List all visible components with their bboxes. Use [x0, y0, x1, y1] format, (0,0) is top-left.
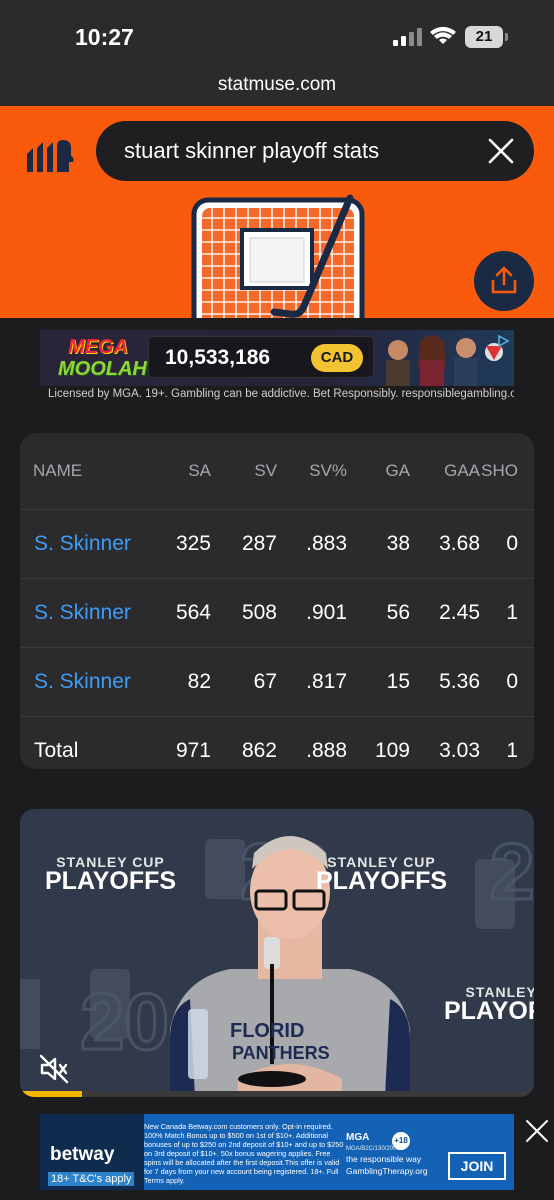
- table-cell: 0: [480, 508, 534, 578]
- video-progress-bar[interactable]: [20, 1091, 534, 1097]
- betway-ad[interactable]: betway 18+ T&C's apply New Canada Betway…: [40, 1114, 514, 1190]
- player-link[interactable]: S. Skinner: [34, 532, 131, 555]
- wifi-icon: [430, 26, 456, 44]
- mega-moolah-logo: MEGA MOOLAH: [58, 336, 147, 380]
- press-conference-image: 23 2 20 FLORID PANTHERS: [20, 809, 534, 1097]
- table-row: S. Skinner 564 508 .901 56 2.45 1: [20, 577, 534, 647]
- cellular-signal-icon: [393, 28, 423, 46]
- ad-banner: MEGA MOOLAH 10,533,186 CAD: [40, 330, 514, 386]
- age-badge: +18: [392, 1132, 410, 1150]
- betway-logo: betway 18+ T&C's apply: [40, 1114, 144, 1190]
- column-header[interactable]: SV%: [277, 433, 347, 509]
- table-cell: 56: [347, 577, 410, 647]
- svg-text:PANTHERS: PANTHERS: [232, 1043, 330, 1063]
- table-row: S. Skinner 325 287 .883 38 3.68 0: [20, 508, 534, 578]
- share-icon: [491, 266, 517, 294]
- table-cell: .901: [277, 577, 347, 647]
- ad-fine-print: New Canada Betway.com customers only. Op…: [144, 1122, 344, 1185]
- column-header[interactable]: NAME: [20, 433, 141, 509]
- battery-icon: 21: [465, 26, 508, 48]
- column-header[interactable]: SV: [211, 433, 277, 509]
- table-cell: 15: [347, 646, 410, 716]
- table-cell: 325: [141, 508, 211, 578]
- total-label: Total: [20, 715, 141, 785]
- search-header: stuart skinner playoff stats: [0, 106, 554, 318]
- mga-license: MGA/B2C/130/2006: [346, 1146, 400, 1152]
- search-query-text: stuart skinner playoff stats: [124, 138, 380, 163]
- address-bar[interactable]: statmuse.com: [0, 72, 554, 106]
- svg-text:FLORID: FLORID: [230, 1020, 304, 1042]
- playoffs-logo-left: STANLEY CUP PLAYOFFS: [45, 854, 177, 895]
- responsible-text: the responsible way: [346, 1154, 422, 1164]
- table-cell: .817: [277, 646, 347, 716]
- table-cell: 3.68: [410, 508, 480, 578]
- player-link[interactable]: S. Skinner: [34, 670, 131, 693]
- clock: 10:27: [75, 24, 134, 50]
- mega-moolah-ad[interactable]: MEGA MOOLAH 10,533,186 CAD Licensed by M…: [40, 330, 514, 406]
- table-cell: 287: [211, 508, 277, 578]
- table-cell: 1: [480, 577, 534, 647]
- jackpot-counter: 10,533,186 CAD: [148, 336, 374, 378]
- join-button[interactable]: JOIN: [448, 1152, 506, 1180]
- table-cell: 67: [211, 646, 277, 716]
- svg-text:20: 20: [80, 977, 169, 1066]
- mute-icon[interactable]: [38, 1053, 70, 1085]
- adchoices-icon[interactable]: [496, 334, 510, 348]
- url-text: statmuse.com: [217, 74, 337, 95]
- share-button[interactable]: [474, 251, 534, 311]
- table-row: S. Skinner 82 67 .817 15 5.36 0: [20, 646, 534, 716]
- search-input[interactable]: stuart skinner playoff stats: [96, 121, 534, 181]
- jackpot-amount: 10,533,186: [165, 346, 271, 369]
- table-cell: 2.45: [410, 577, 480, 647]
- stats-card: NAME SA SV SV% GA GAA SHO S. Skinner 325…: [20, 433, 534, 785]
- column-header[interactable]: SHO: [480, 433, 534, 509]
- table-header-row: NAME SA SV SV% GA GAA SHO: [20, 433, 534, 509]
- table-cell: 564: [141, 577, 211, 647]
- table-cell: 508: [211, 577, 277, 647]
- table-total-row: Total 971 862 .888 109 3.03 1: [20, 715, 534, 785]
- table-cell: 82: [141, 646, 211, 716]
- statmuse-logo-icon[interactable]: [25, 140, 75, 174]
- table-cell: 0: [480, 646, 534, 716]
- video-player[interactable]: 23 2 20 FLORID PANTHERS STANLEY CUP PLAY…: [20, 809, 534, 1097]
- status-bar: 10:27 21: [0, 0, 554, 72]
- table-cell: .883: [277, 508, 347, 578]
- column-header[interactable]: GAA: [410, 433, 480, 509]
- table-cell: 109: [347, 715, 410, 785]
- table-cell: 862: [211, 715, 277, 785]
- playoffs-logo-center: STANLEY CUP PLAYOFFS: [316, 854, 448, 895]
- close-icon[interactable]: [486, 136, 516, 166]
- playoffs-logo-right: STANLEY PLAYOFF: [444, 984, 534, 1025]
- mga-logo: MGA: [346, 1132, 370, 1143]
- hockey-goal-illustration: [191, 194, 365, 318]
- ad-characters-image: [386, 335, 503, 386]
- column-header[interactable]: GA: [347, 433, 410, 509]
- column-header[interactable]: SA: [141, 433, 211, 509]
- playoff-stats-table: NAME SA SV SV% GA GAA SHO S. Skinner 325…: [20, 433, 534, 785]
- table-cell: 1: [480, 715, 534, 785]
- ad-disclaimer: Licensed by MGA. 19+. Gambling can be ad…: [48, 388, 514, 400]
- table-cell: 5.36: [410, 646, 480, 716]
- table-cell: 3.03: [410, 715, 480, 785]
- table-cell: 971: [141, 715, 211, 785]
- table-cell: .888: [277, 715, 347, 785]
- currency-badge: CAD: [311, 344, 363, 372]
- svg-text:2: 2: [490, 827, 534, 916]
- table-cell: 38: [347, 508, 410, 578]
- close-icon[interactable]: [524, 1118, 550, 1144]
- gambling-therapy-text: GamblingTherapy.org: [346, 1166, 428, 1176]
- video-progress-fill: [20, 1091, 82, 1097]
- player-link[interactable]: S. Skinner: [34, 601, 131, 624]
